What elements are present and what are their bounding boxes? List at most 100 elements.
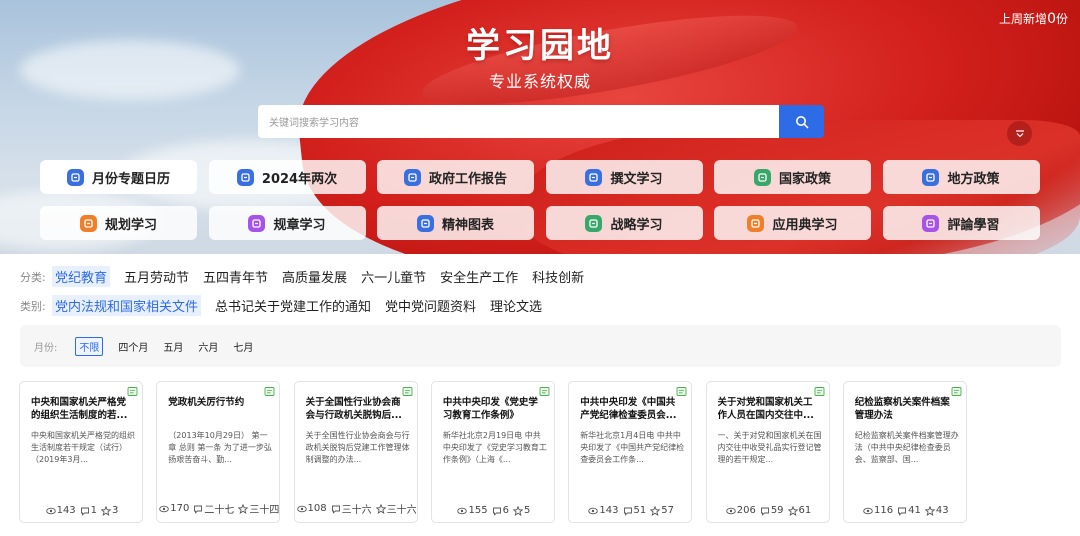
filter-type-item[interactable]: 总书记关于党建工作的通知 (215, 296, 371, 315)
document-card[interactable]: 关于对党和国家机关工作人员在国内交往中... 一、关于对党和国家机关在国内交往中收… (705, 381, 830, 523)
policy-icon (753, 168, 771, 186)
document-card[interactable]: 中共中央印发《党史学习教育工作条例》 新华社北京2月19日电 中共中央印发了《党史… (430, 381, 555, 523)
document-card[interactable]: 关于全国性行业协会商会与行政机关脱钩后... 关于全国性行业协会商会与行政机关脱钩… (293, 381, 418, 523)
tile-calendar[interactable]: 月份专题日历 (40, 160, 197, 194)
month-filter-label: 月份: (34, 342, 58, 354)
card-title: 关于对党和国家机关工作人员在国内交往中... (717, 397, 814, 421)
star-count[interactable]: 3 (101, 505, 118, 516)
book-icon (236, 168, 254, 186)
tile-comment[interactable]: 評論學習 (882, 206, 1040, 240)
comment-count[interactable]: 6 (492, 505, 509, 516)
tile-label: 规划学习 (104, 217, 157, 233)
eye-icon (588, 506, 599, 516)
eye-icon (159, 504, 170, 514)
card-summary: 中央和国家机关严格党的组织生活制度若干规定（试行）（2019年3月... (31, 431, 135, 464)
comment-icon (331, 504, 341, 514)
tile-book[interactable]: 2024年两次 (208, 160, 366, 194)
view-count-value: 170 (170, 503, 190, 514)
tile-label: 国家政策 (778, 171, 831, 187)
page-subtitle: 专业系统权威 (488, 72, 591, 91)
card-summary: 关于全国性行业协会商会与行政机关脱钩后党建工作管理体制调整的办法... (305, 431, 410, 464)
search-input[interactable]: 关键词搜索学习内容 (258, 105, 779, 138)
chart-icon (416, 214, 434, 232)
search-icon (795, 115, 808, 128)
filter-category-item[interactable]: 五四青年节 (203, 267, 268, 286)
tile-rules[interactable]: 规章学习 (208, 206, 366, 240)
view-count: 143 (45, 505, 76, 516)
comment-count[interactable]: 1 (80, 505, 97, 516)
collapse-button[interactable] (1007, 121, 1032, 146)
tile-label: 月份专题日历 (91, 171, 170, 187)
comment-icon (623, 506, 633, 516)
filter-category-item[interactable]: 六一儿童节 (361, 267, 426, 286)
eye-icon (296, 504, 307, 514)
tile-label: 地方政策 (947, 171, 1000, 187)
comment-count[interactable]: 51 (623, 505, 646, 516)
filter-month-item[interactable]: 五月 (163, 339, 183, 354)
tile-strategy[interactable]: 战略学习 (545, 206, 703, 240)
tile-report[interactable]: 政府工作报告 (377, 160, 534, 194)
tile-chart[interactable]: 精神图表 (377, 206, 534, 240)
type-filter-label: 类别: (20, 299, 46, 313)
tile-policy[interactable]: 国家政策 (714, 160, 871, 194)
card-stats: 108 三十六 三十六 (295, 501, 417, 516)
tile-label: 2024年两次 (261, 171, 338, 187)
search-button[interactable] (779, 105, 824, 138)
view-count-value: 206 (736, 505, 756, 516)
tile-label: 精神图表 (441, 217, 494, 233)
filter-month-item[interactable]: 六月 (198, 339, 218, 354)
tile-classic[interactable]: 应用典学习 (714, 206, 871, 240)
filter-type-item[interactable]: 党中党问题资料 (385, 296, 476, 315)
rules-icon (248, 214, 266, 232)
star-icon (787, 505, 798, 516)
comment-count[interactable]: 41 (897, 505, 921, 516)
filter-category-item[interactable]: 安全生产工作 (440, 267, 518, 286)
eye-icon (863, 506, 873, 516)
star-count-value: 三十四 (249, 505, 280, 516)
filter-category-item[interactable]: 五月劳动节 (124, 267, 189, 286)
card-title: 中央和国家机关严格党的组织生活制度的若... (31, 397, 128, 421)
filter-month-item[interactable]: 七月 (233, 339, 253, 354)
comment-icon (922, 214, 940, 232)
star-count[interactable]: 三十四 (238, 501, 279, 516)
filter-category-item[interactable]: 科技创新 (532, 267, 584, 286)
tile-plan[interactable]: 规划学习 (40, 206, 197, 240)
tile-label: 評論學習 (947, 217, 1000, 233)
star-count[interactable]: 57 (650, 505, 674, 516)
star-icon (512, 505, 523, 516)
view-count-value: 143 (56, 505, 76, 516)
page-title: 学习园地 (466, 26, 614, 66)
tile-local-policy[interactable]: 地方政策 (882, 160, 1040, 194)
comment-icon (80, 506, 90, 516)
plan-icon (79, 214, 97, 232)
star-count[interactable]: 5 (512, 505, 530, 516)
card-title: 纪检监察机关案件档案管理办法 (854, 397, 950, 421)
card-stats: 116 41 43 (844, 505, 966, 516)
filter-category-item[interactable]: 高质量发展 (282, 267, 347, 286)
document-card[interactable]: 党政机关厉行节约 （2013年10月29日） 第一章 总则 第一条 为了进一步弘扬… (156, 381, 281, 523)
filter-category-item[interactable]: 党纪教育 (52, 266, 111, 287)
star-count[interactable]: 43 (924, 505, 949, 516)
comment-count[interactable]: 59 (760, 505, 784, 516)
filter-month-item[interactable]: 不限 (75, 336, 104, 356)
tile-pen[interactable]: 撰文学习 (545, 160, 703, 194)
card-title: 关于全国性行业协会商会与行政机关脱钩后... (305, 397, 402, 421)
card-stats: 206 59 61 (707, 505, 829, 516)
star-count[interactable]: 61 (787, 505, 811, 516)
star-count-value: 三十六 (386, 505, 417, 516)
document-card[interactable]: 中央和国家机关严格党的组织生活制度的若... 中央和国家机关严格党的组织生活制度若… (19, 381, 143, 523)
star-count[interactable]: 三十六 (375, 501, 417, 516)
comment-count[interactable]: 三十六 (331, 501, 372, 516)
eye-icon (725, 506, 736, 516)
filter-type-item[interactable]: 党内法规和国家相关文件 (52, 295, 202, 316)
star-count-value: 57 (661, 505, 674, 516)
view-count: 170 (159, 503, 189, 514)
comment-count[interactable]: 二十七 (193, 501, 234, 516)
filter-type-item[interactable]: 理论文选 (490, 296, 542, 315)
filter-month-item[interactable]: 四个月 (118, 339, 148, 354)
document-card[interactable]: 中共中央印发《中国共产党纪律检查委员会... 新华社北京1月4日电 中共中央印发了… (568, 381, 693, 523)
comment-icon (193, 504, 203, 514)
classic-icon (747, 214, 765, 232)
document-card[interactable]: 纪检监察机关案件档案管理办法 纪检监察机关案件档案管理办法（中共中央纪律检查委员会… (842, 381, 967, 523)
local-policy-icon (922, 168, 940, 186)
